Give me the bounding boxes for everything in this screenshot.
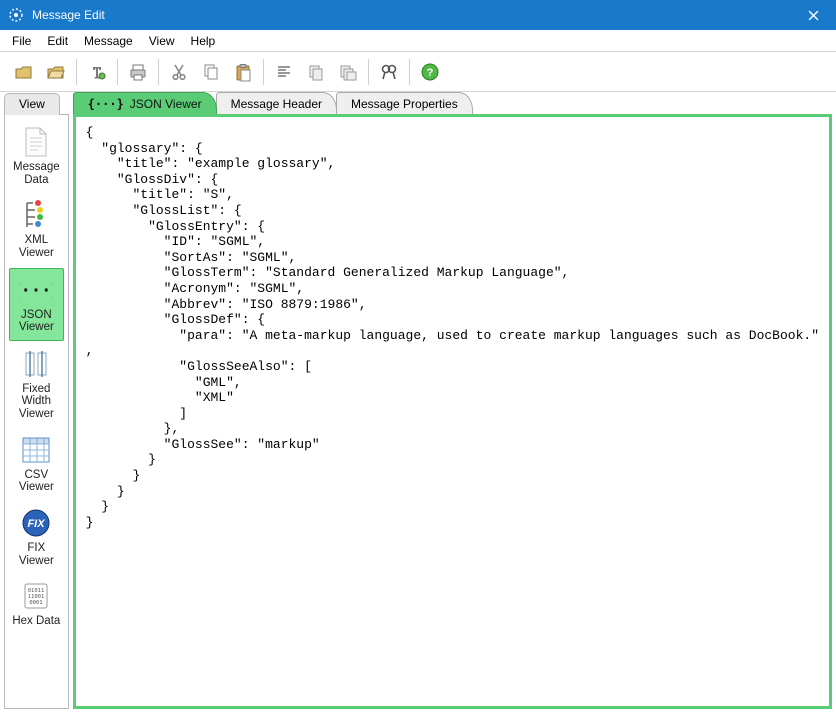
sidebar-item-label: FIX Viewer (11, 542, 62, 567)
sidebar-item-csv-viewer[interactable]: CSV Viewer (9, 429, 64, 500)
indent-left-button[interactable] (301, 57, 331, 87)
tab-label: Message Properties (351, 97, 458, 111)
sidebar: View Message Data XML Viewer (4, 92, 69, 709)
hex-icon: 01011110010001 (19, 579, 53, 613)
content-body[interactable]: { "glossary": { "title": "example glossa… (73, 114, 832, 709)
tab-json-viewer[interactable]: {···} JSON Viewer (73, 92, 217, 114)
toolbar-separator (368, 59, 369, 85)
menu-edit[interactable]: Edit (39, 32, 76, 50)
sidebar-item-fixed-width-viewer[interactable]: Fixed Width Viewer (9, 343, 64, 427)
json-braces-icon: {···} (88, 97, 124, 111)
sidebar-tab-view[interactable]: View (4, 93, 60, 115)
sidebar-item-label: Message Data (11, 161, 62, 186)
csv-icon (19, 433, 53, 467)
tab-label: Message Header (231, 97, 322, 111)
sidebar-item-label: Fixed Width Viewer (11, 383, 62, 421)
menu-view[interactable]: View (141, 32, 183, 50)
fix-icon: FIX (19, 506, 53, 540)
toolbar: ? (0, 52, 836, 92)
align-button[interactable] (269, 57, 299, 87)
svg-text:?: ? (427, 67, 434, 79)
open-file-1-button[interactable] (9, 57, 39, 87)
svg-text:{···}: {···} (19, 281, 53, 301)
content-area: {···} JSON Viewer Message Header Message… (73, 92, 832, 709)
sidebar-item-label: XML Viewer (11, 234, 62, 259)
find-button[interactable] (374, 57, 404, 87)
menu-file[interactable]: File (4, 32, 39, 50)
sidebar-item-label: JSON Viewer (12, 309, 61, 334)
workspace: View Message Data XML Viewer (4, 92, 832, 709)
cut-button[interactable] (164, 57, 194, 87)
close-button[interactable] (791, 0, 836, 30)
xml-icon (19, 198, 53, 232)
app-icon (8, 7, 24, 23)
toolbar-separator (409, 59, 410, 85)
sidebar-body: Message Data XML Viewer {···} JSON Viewe… (4, 114, 69, 709)
menu-help[interactable]: Help (183, 32, 224, 50)
window-title: Message Edit (32, 8, 791, 22)
document-icon (19, 125, 53, 159)
titlebar: Message Edit (0, 0, 836, 30)
tab-message-properties[interactable]: Message Properties (336, 92, 473, 114)
sidebar-item-label: CSV Viewer (11, 469, 62, 494)
sidebar-item-xml-viewer[interactable]: XML Viewer (9, 194, 64, 265)
text-tool-button[interactable] (82, 57, 112, 87)
window-buttons (791, 0, 836, 30)
json-icon: {···} (19, 273, 53, 307)
sidebar-item-message-data[interactable]: Message Data (9, 121, 64, 192)
toolbar-separator (263, 59, 264, 85)
paste-button[interactable] (228, 57, 258, 87)
fixedwidth-icon (19, 347, 53, 381)
sidebar-item-hex-data[interactable]: 01011110010001 Hex Data (9, 575, 64, 634)
indent-right-button[interactable] (333, 57, 363, 87)
toolbar-separator (76, 59, 77, 85)
json-content[interactable]: { "glossary": { "title": "example glossa… (76, 117, 829, 538)
copy-button[interactable] (196, 57, 226, 87)
sidebar-tab-header: View (4, 92, 69, 114)
tab-label: JSON Viewer (130, 97, 202, 111)
print-button[interactable] (123, 57, 153, 87)
toolbar-separator (117, 59, 118, 85)
tab-message-header[interactable]: Message Header (216, 92, 337, 114)
help-button[interactable]: ? (415, 57, 445, 87)
open-file-2-button[interactable] (41, 57, 71, 87)
svg-text:FIX: FIX (28, 518, 46, 530)
content-tabstrip: {···} JSON Viewer Message Header Message… (73, 92, 832, 114)
menu-message[interactable]: Message (76, 32, 141, 50)
toolbar-separator (158, 59, 159, 85)
sidebar-item-fix-viewer[interactable]: FIX FIX Viewer (9, 502, 64, 573)
sidebar-item-label: Hex Data (11, 615, 62, 628)
menubar: File Edit Message View Help (0, 30, 836, 52)
svg-text:0001: 0001 (30, 600, 43, 606)
sidebar-item-json-viewer[interactable]: {···} JSON Viewer (9, 268, 64, 341)
